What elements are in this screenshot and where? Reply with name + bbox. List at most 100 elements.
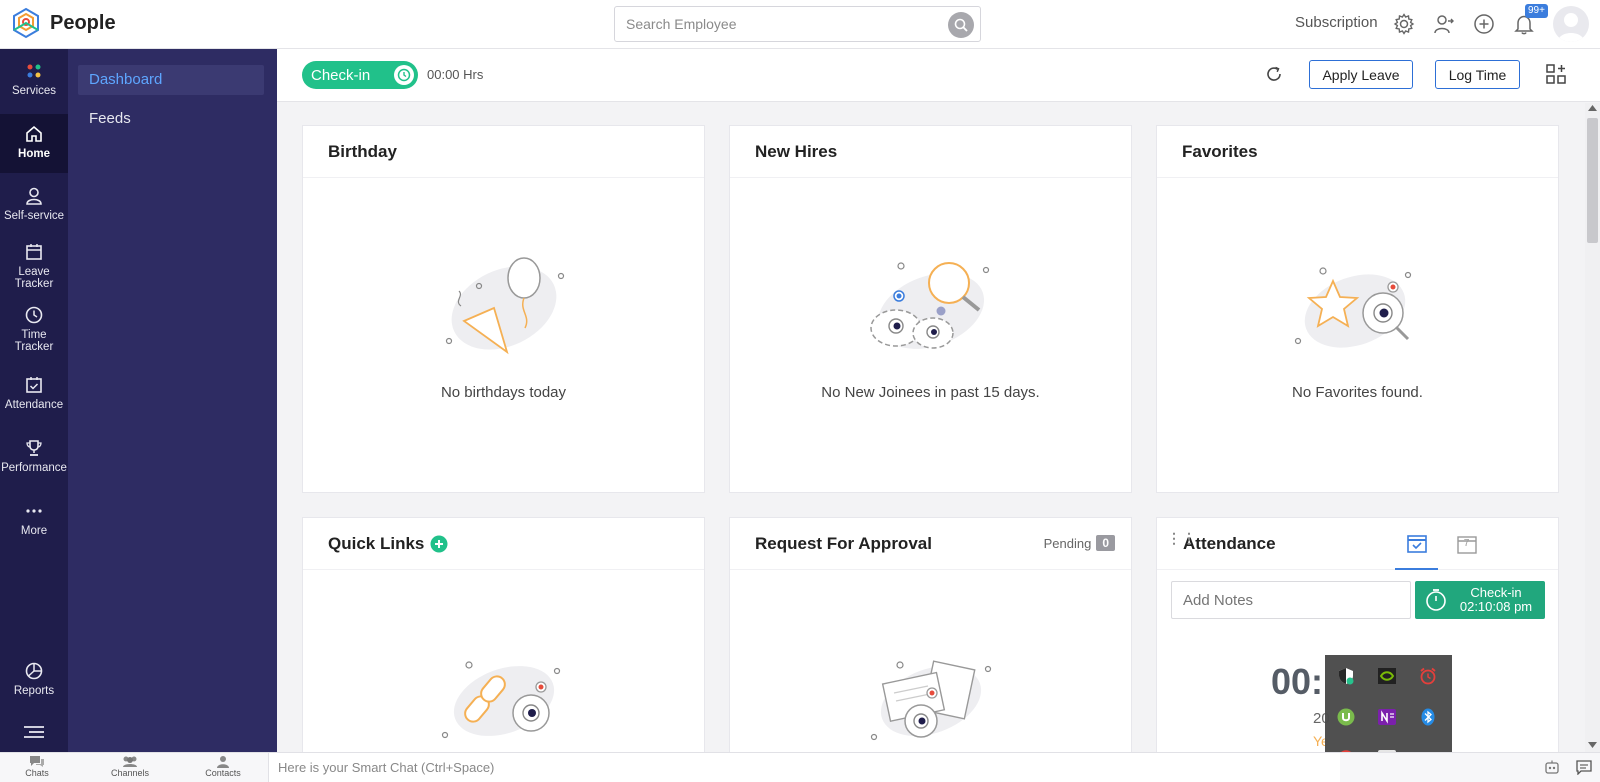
rail-label: More: [20, 525, 48, 537]
rail-label: Home: [18, 148, 50, 160]
bottom-contacts-label: Contacts: [205, 768, 241, 778]
rail-item-more[interactable]: More: [0, 501, 68, 537]
empty-state-text: No New Joinees in past 15 days.: [821, 384, 1040, 401]
rail-label: Self-service: [3, 210, 65, 222]
quick-links-card: Quick Links: [302, 517, 705, 757]
rail-label: Attendance: [4, 399, 64, 411]
clock-icon: [25, 306, 43, 324]
customize-widgets-button[interactable]: [1545, 63, 1567, 90]
search-button[interactable]: [948, 12, 974, 38]
add-notes-input[interactable]: [1171, 581, 1411, 619]
rail-item-attendance[interactable]: Attendance: [0, 375, 68, 411]
log-time-button[interactable]: Log Time: [1435, 60, 1520, 89]
rail-item-leave-tracker[interactable]: Leave Tracker: [0, 242, 68, 290]
tray-alarm-icon[interactable]: [1418, 666, 1438, 686]
rail-item-home[interactable]: Home: [0, 114, 68, 173]
tray-utorrent-icon[interactable]: [1336, 707, 1356, 727]
submenu-item-feeds[interactable]: Feeds: [78, 104, 264, 134]
rail-collapse-button[interactable]: [0, 724, 68, 740]
widgets-icon: [1546, 64, 1566, 84]
bluetooth-icon: [1421, 708, 1435, 726]
bottom-bar: Chats Channels Contacts Here is your Sma…: [0, 752, 1600, 782]
user-switch-button[interactable]: [1430, 10, 1458, 38]
card-title: Request For Approval: [755, 533, 932, 553]
bottom-chats-button[interactable]: Chats: [7, 755, 67, 778]
bottom-channels-button[interactable]: Channels: [100, 755, 160, 778]
menu-collapse-icon: [24, 726, 44, 738]
rail-item-time-tracker[interactable]: Time Tracker: [0, 305, 68, 353]
apply-leave-button[interactable]: Apply Leave: [1309, 60, 1413, 89]
settings-button[interactable]: [1390, 10, 1418, 38]
smart-chat-input[interactable]: Here is your Smart Chat (Ctrl+Space): [268, 753, 1340, 782]
rail-label: Leave Tracker: [14, 266, 54, 290]
avatar[interactable]: [1553, 6, 1589, 42]
tray-onenote-icon[interactable]: [1377, 707, 1397, 727]
shield-icon: [1339, 668, 1354, 685]
home-submenu: Dashboard Feeds: [68, 49, 277, 752]
services-dots-icon: [27, 64, 41, 78]
empty-state-text: No Favorites found.: [1292, 384, 1423, 401]
birthday-card: Birthday No birthdays today: [302, 125, 705, 493]
tab-day-view[interactable]: [1395, 518, 1438, 570]
calendar-icon: [26, 244, 42, 260]
card-header: ⋮⋮ Attendance 7: [1157, 518, 1558, 570]
top-header: People Subscription: [0, 0, 1600, 49]
tray-nvidia-icon[interactable]: [1377, 666, 1397, 686]
search-box[interactable]: [614, 6, 981, 42]
checkin-toggle[interactable]: Check-in: [302, 61, 418, 89]
subscription-link[interactable]: Subscription: [1295, 14, 1378, 31]
rail-label: Services: [11, 85, 57, 97]
card-title: New Hires: [730, 126, 1131, 178]
pending-indicator[interactable]: Pending 0: [1044, 535, 1115, 551]
search-input[interactable]: [615, 7, 915, 41]
card-header: Request For Approval Pending 0: [730, 518, 1131, 570]
tray-security-icon[interactable]: [1336, 666, 1356, 686]
zoho-people-logo-icon: [13, 7, 39, 39]
drag-handle-icon[interactable]: ⋮⋮: [1167, 531, 1197, 545]
gear-icon: [1393, 13, 1415, 35]
favorites-card: Favorites No Favorites found.: [1156, 125, 1559, 493]
bottom-channels-label: Channels: [110, 768, 150, 778]
user-arrow-icon: [1434, 15, 1454, 34]
worked-hours: 00:00 Hrs: [427, 67, 484, 82]
week-tab-number: 7: [1463, 538, 1470, 549]
checkin-clock: [394, 65, 414, 85]
refresh-icon: [1267, 66, 1281, 81]
home-icon: [26, 125, 42, 142]
pending-count-badge: 0: [1096, 535, 1115, 551]
card-header: Quick Links: [303, 518, 704, 570]
user-icon: [26, 187, 42, 205]
quick-links-illustration: [441, 661, 560, 739]
rail-item-services[interactable]: Services: [0, 63, 68, 97]
submenu-item-dashboard[interactable]: Dashboard: [78, 65, 264, 95]
bottom-messages-button[interactable]: [1576, 760, 1592, 780]
avatar-placeholder-icon: [1558, 13, 1584, 42]
bottom-bot-button[interactable]: [1544, 760, 1560, 780]
bottom-chats-label: Chats: [25, 768, 49, 778]
scrollbar-thumb[interactable]: [1587, 118, 1598, 243]
rail-item-performance[interactable]: Performance: [0, 438, 68, 474]
refresh-button[interactable]: [1265, 65, 1283, 88]
nvidia-icon: [1378, 668, 1396, 684]
chat-bubbles-icon: [30, 756, 44, 767]
attendance-checkin-button[interactable]: Check-in 02:10:08 pm: [1415, 581, 1545, 619]
rail-item-reports[interactable]: Reports: [0, 661, 68, 697]
app-logo[interactable]: People: [10, 7, 116, 39]
onenote-icon: [1378, 709, 1396, 725]
rail-item-self-service[interactable]: Self-service: [0, 186, 68, 222]
add-button[interactable]: [1470, 10, 1498, 38]
bottom-contacts-button[interactable]: Contacts: [193, 755, 253, 778]
attendance-checkin-time: 02:10:08 pm: [1459, 599, 1533, 614]
attendance-checkin-label: Check-in: [1470, 585, 1522, 600]
left-rail: Services Home Self-service Leave Tracker…: [0, 49, 68, 752]
calendar-check-icon: [26, 377, 42, 393]
scroll-up-icon: [1588, 105, 1597, 111]
pending-label: Pending: [1043, 535, 1092, 551]
birthday-illustration: [445, 257, 564, 355]
pie-chart-icon: [25, 662, 43, 680]
tab-week-view[interactable]: 7: [1445, 518, 1488, 570]
add-quick-link-button[interactable]: [430, 535, 448, 553]
notification-badge: 99+: [1525, 4, 1548, 18]
card-title: Quick Links: [328, 533, 425, 553]
tray-bluetooth-icon[interactable]: [1418, 707, 1438, 727]
